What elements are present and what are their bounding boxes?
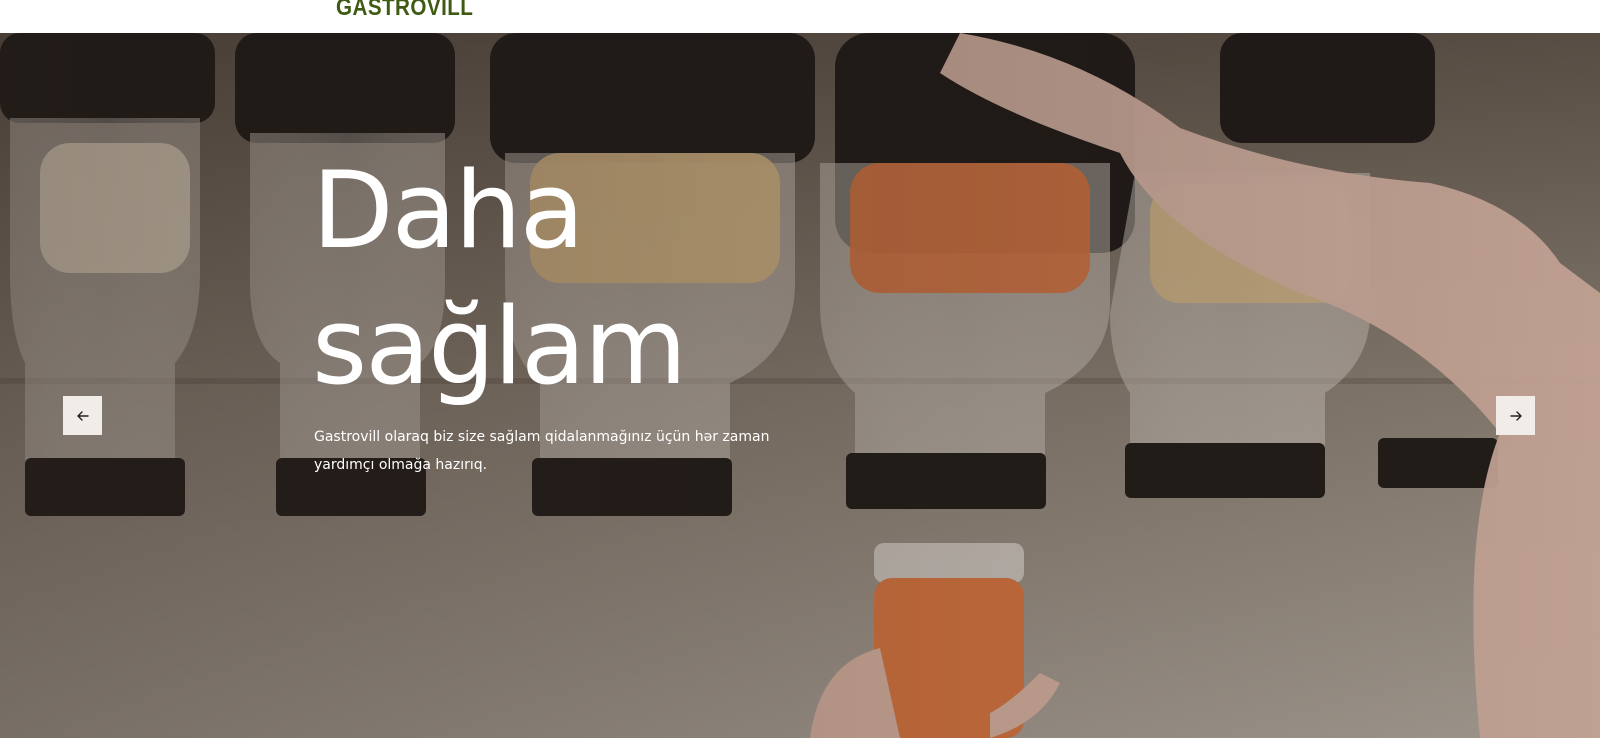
slider-prev-button[interactable]	[63, 396, 102, 435]
hero-title-line1: Daha	[312, 149, 585, 272]
hero-slider: Daha sağlam Gastrovill olaraq biz size s…	[0, 33, 1600, 738]
site-header: GASTROVILL	[0, 0, 1600, 33]
site-logo[interactable]: GASTROVILL	[336, 0, 473, 22]
hero-description-line1: Gastrovill olaraq biz size sağlam qidala…	[314, 429, 770, 445]
hero-title-line2: sağlam	[312, 285, 687, 408]
arrow-left-icon	[76, 410, 89, 421]
arrow-right-icon	[1509, 410, 1522, 421]
hero-description-line2: yardımçı olmağa hazırıq.	[314, 457, 488, 473]
hero-description: Gastrovill olaraq biz size sağlam qidala…	[314, 423, 784, 479]
hero-title: Daha sağlam	[312, 143, 832, 415]
slider-next-button[interactable]	[1496, 396, 1535, 435]
